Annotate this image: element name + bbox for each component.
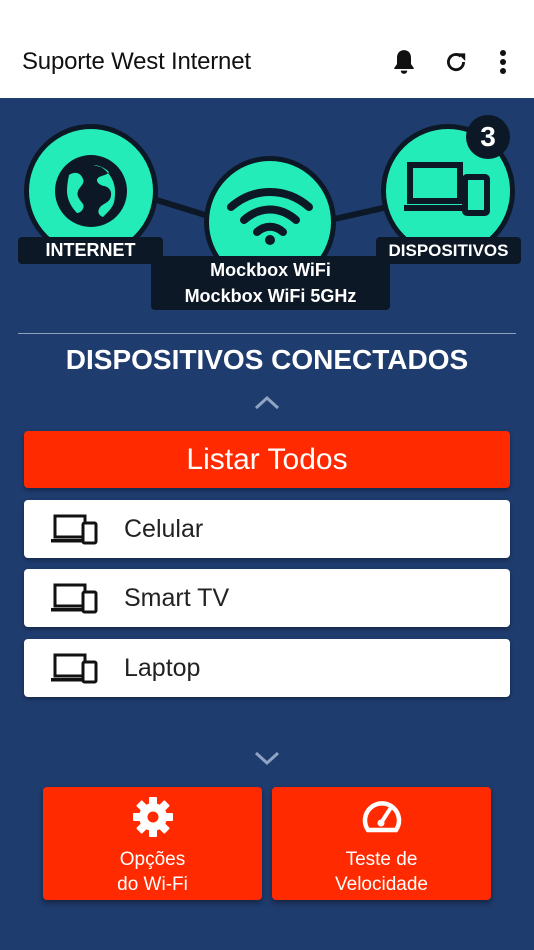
more-vert-icon (500, 50, 506, 74)
wifi-names-label: Mockbox WiFi Mockbox WiFi 5GHz (151, 256, 390, 310)
globe-icon (55, 155, 127, 227)
devices-icon (404, 162, 490, 216)
devices-icon (51, 653, 98, 684)
wifi-name-2: Mockbox WiFi 5GHz (184, 286, 357, 306)
internet-label: INTERNET (18, 237, 163, 264)
device-label: Laptop (124, 654, 201, 682)
app-bar: Suporte West Internet (0, 0, 534, 98)
wifi-options-label: Opções do Wi-Fi (43, 847, 262, 897)
speed-test-line2: Velocidade (335, 874, 428, 895)
devices-icon (51, 583, 98, 614)
speed-test-line1: Teste de (345, 849, 418, 870)
devices-label: DISPOSITIVOS (376, 237, 521, 264)
network-diagram: INTERNET Mockbox WiFi Mockbox WiFi 5GHz … (0, 98, 534, 328)
device-label: Celular (124, 515, 204, 543)
app-title: Suporte West Internet (22, 48, 251, 75)
wifi-options-line2: do Wi-Fi (117, 874, 188, 895)
refresh-button[interactable] (438, 44, 474, 80)
connected-devices-title: DISPOSITIVOS CONECTADOS (65, 344, 469, 375)
more-options-button[interactable] (485, 44, 521, 80)
speedometer-icon (362, 801, 402, 833)
section-divider (18, 333, 516, 334)
bell-icon (394, 50, 414, 74)
chevron-up-icon[interactable] (252, 393, 282, 413)
device-item-laptop[interactable]: Laptop (24, 639, 510, 697)
refresh-icon (447, 53, 466, 72)
devices-count-badge: 3 (466, 115, 510, 159)
list-all-button[interactable]: Listar Todos (24, 431, 510, 488)
notifications-button[interactable] (386, 44, 422, 80)
wifi-icon (227, 188, 313, 245)
device-item-celular[interactable]: Celular (24, 500, 510, 558)
wifi-options-button[interactable]: Opções do Wi-Fi (43, 787, 262, 900)
chevron-down-icon[interactable] (252, 748, 282, 768)
device-item-smart-tv[interactable]: Smart TV (24, 569, 510, 627)
speed-test-button[interactable]: Teste de Velocidade (272, 787, 491, 900)
wifi-name-1: Mockbox WiFi (210, 260, 331, 280)
devices-icon (51, 514, 98, 545)
speed-test-label: Teste de Velocidade (272, 847, 491, 897)
gear-icon (133, 797, 173, 837)
device-label: Smart TV (124, 584, 230, 612)
main-content: INTERNET Mockbox WiFi Mockbox WiFi 5GHz … (0, 98, 534, 950)
wifi-options-line1: Opções (119, 849, 186, 870)
